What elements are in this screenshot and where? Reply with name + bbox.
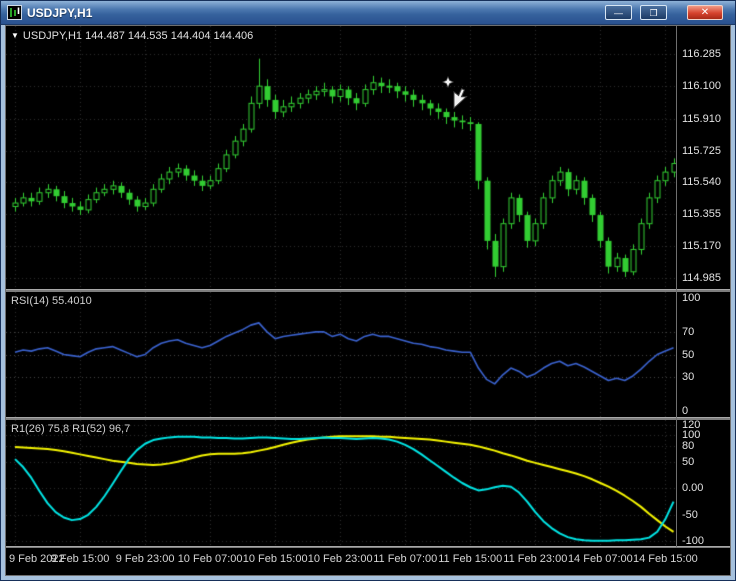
symbol-ohlc-header: ▼ USDJPY,H1 144.487 144.535 144.404 144.4… (11, 30, 253, 42)
time-axis-label: 14 Feb 15:00 (632, 553, 698, 565)
minimize-button[interactable]: — (605, 5, 632, 20)
rsi-axis-label: 50 (682, 348, 695, 361)
oscillator-indicator-label: R1(26) 75,8 R1(52) 96,7 (11, 423, 131, 435)
rsi-axis-label: 100 (682, 292, 701, 304)
rsi-indicator-canvas[interactable] (6, 292, 676, 417)
price-axis-label: 116.285 (682, 48, 721, 61)
rsi-axis-label: 30 (682, 371, 695, 384)
time-axis-label: 11 Feb 15:00 (438, 553, 503, 565)
time-axis[interactable]: 9 Feb 2022 9 Feb 15:00 9 Feb 23:00 10 Feb 0… (6, 548, 730, 575)
chart-icon (7, 5, 22, 20)
osc-axis-label: 80 (682, 439, 695, 452)
star-icon (442, 76, 454, 88)
price-scale[interactable]: 116.285 116.100 115.910 115.725 115.540 115.3… (677, 26, 730, 575)
time-axis-label: 9 Feb 15:00 (50, 553, 110, 565)
rsi-axis-label: 0 (682, 405, 689, 417)
time-axis-label: 9 Feb 23:00 (115, 553, 175, 565)
window-controls: — ❐ ✕ (602, 5, 723, 20)
time-axis-label: 10 Feb 23:00 (307, 553, 373, 565)
close-button[interactable]: ✕ (687, 5, 723, 20)
price-axis-label: 115.540 (682, 176, 721, 189)
mouse-cursor (442, 76, 468, 110)
osc-axis-label: 0.00 (682, 482, 704, 495)
time-axis-label: 10 Feb 15:00 (242, 553, 308, 565)
price-axis-label: 115.355 (682, 208, 721, 221)
time-axis-label: 11 Feb 23:00 (503, 553, 568, 565)
chart-client-area: ▼ USDJPY,H1 144.487 144.535 144.404 144.4… (5, 25, 731, 576)
symbol-ohlc-text: USDJPY,H1 144.487 144.535 144.404 144.40… (22, 30, 254, 42)
rsi-axis-label: 70 (682, 325, 695, 338)
oscillator-indicator-canvas[interactable] (6, 420, 676, 546)
panel-separator[interactable] (6, 417, 730, 420)
window-titlebar[interactable]: USDJPY,H1 — ❐ ✕ (1, 1, 735, 25)
restore-button[interactable]: ❐ (640, 5, 667, 20)
arrow-cursor-icon (453, 88, 468, 110)
chevron-down-icon[interactable]: ▼ (11, 31, 19, 40)
time-axis-label: 14 Feb 07:00 (567, 553, 633, 565)
price-axis-label: 115.910 (682, 112, 721, 125)
price-axis-label: 115.170 (682, 240, 721, 253)
rsi-indicator-label: RSI(14) 55.4010 (11, 295, 92, 307)
time-axis-label: 11 Feb 07:00 (373, 553, 438, 565)
price-axis-label: 116.100 (682, 80, 721, 93)
osc-axis-label: 50 (682, 455, 695, 468)
price-chart-canvas[interactable] (6, 26, 676, 289)
chart-window: USDJPY,H1 — ❐ ✕ ▼ USDJPY,H1 144.487 144.5… (0, 0, 736, 581)
osc-axis-label: -50 (682, 508, 698, 521)
window-title: USDJPY,H1 (27, 5, 93, 20)
time-axis-label: 10 Feb 07:00 (177, 553, 243, 565)
price-axis-label: 115.725 (682, 144, 721, 157)
price-axis-label: 114.985 (682, 271, 721, 284)
osc-axis-label: -100 (682, 535, 705, 548)
panel-separator[interactable] (6, 289, 730, 292)
